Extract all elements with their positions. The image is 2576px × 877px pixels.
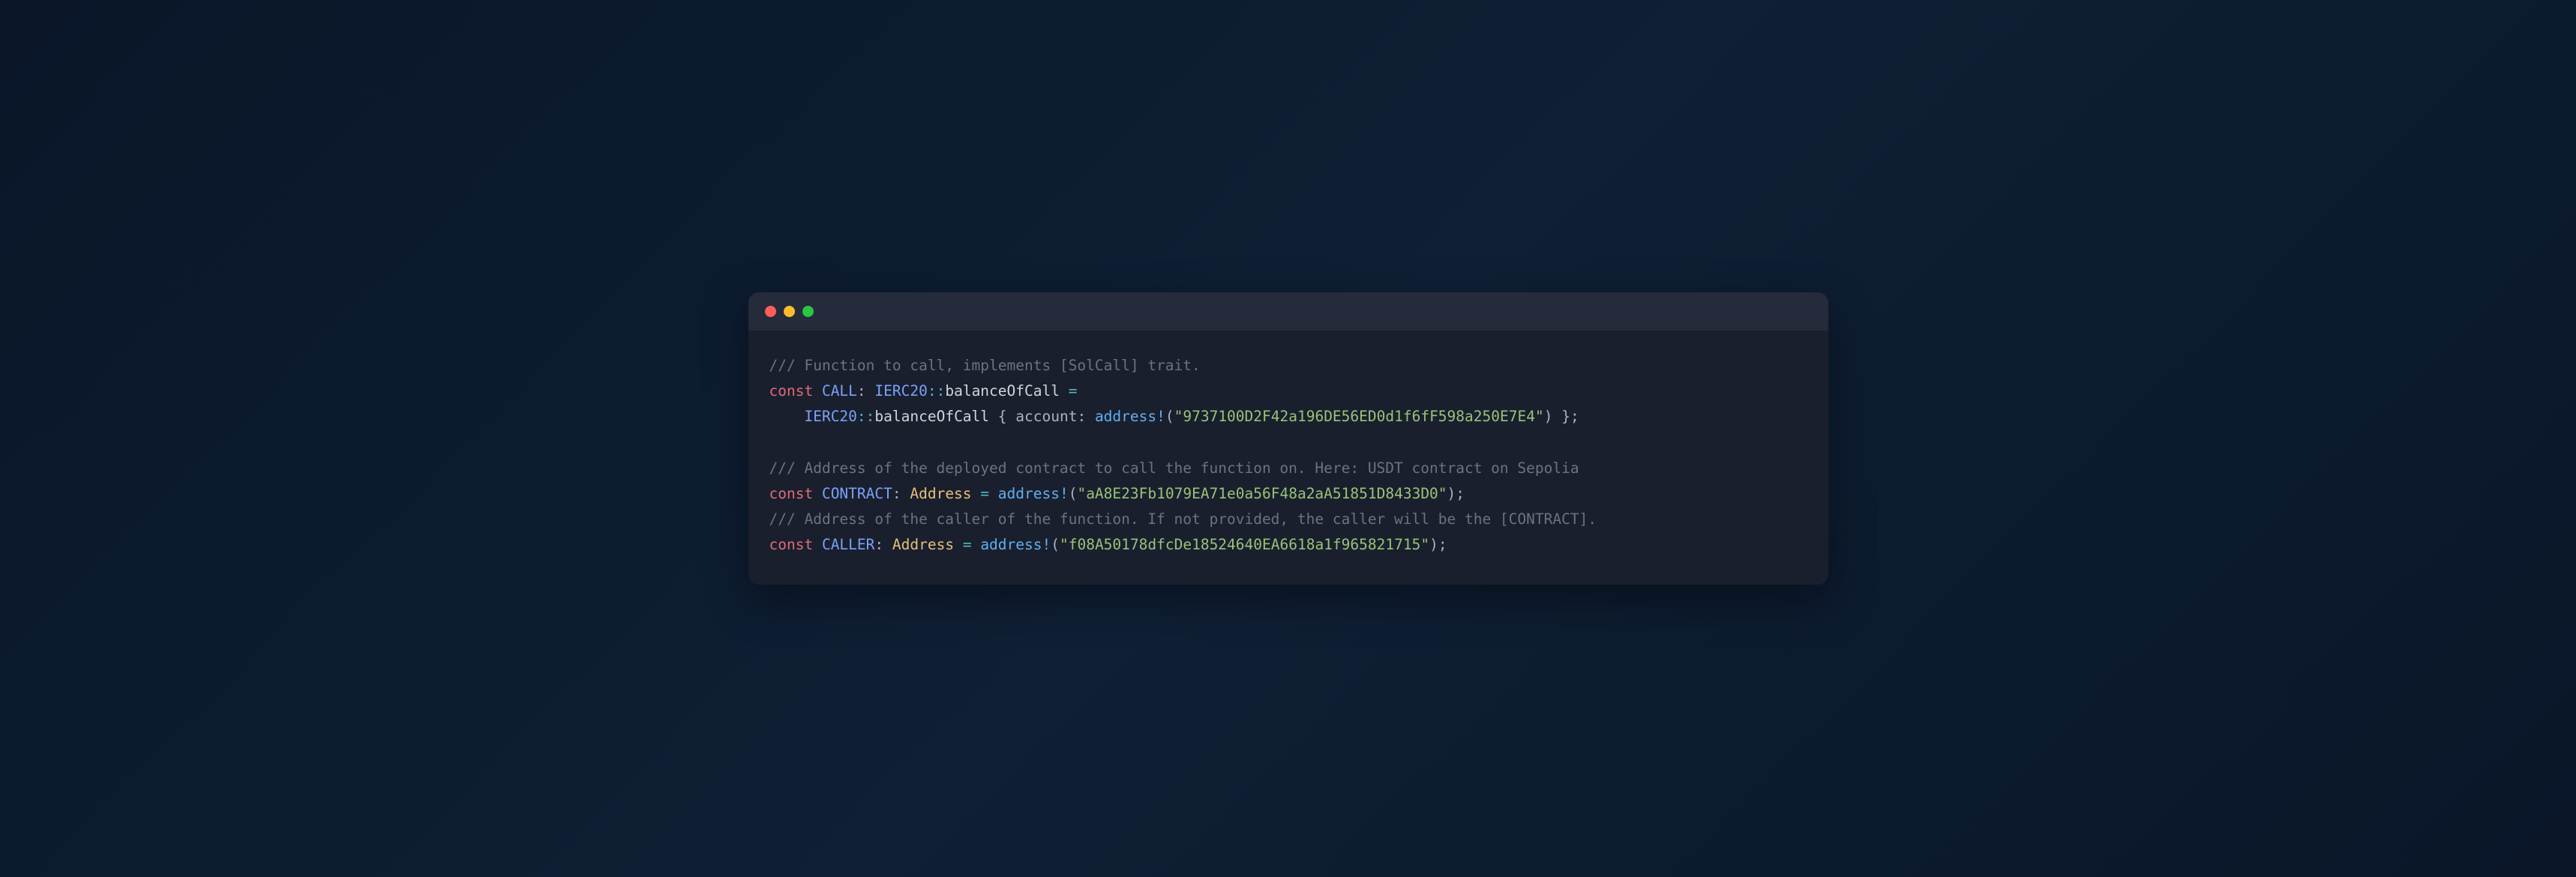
equals: = xyxy=(972,485,998,502)
semi: ; xyxy=(1456,485,1465,502)
indent xyxy=(769,408,805,425)
code-block[interactable]: /// Function to call, implements [SolCal… xyxy=(748,331,1828,585)
const-call: CALL xyxy=(822,382,857,400)
macro-address: address! xyxy=(998,485,1069,502)
rparen: ) xyxy=(1429,536,1438,553)
type-address: Address xyxy=(910,485,971,502)
double-colon: :: xyxy=(857,408,874,425)
semi: ; xyxy=(1438,536,1447,553)
equals: = xyxy=(1060,382,1086,400)
colon: : xyxy=(857,382,874,400)
comment-line: /// Address of the caller of the functio… xyxy=(769,510,1597,528)
lparen: ( xyxy=(1051,536,1060,553)
maximize-dot-icon[interactable] xyxy=(802,306,814,317)
rparen: ) xyxy=(1447,485,1456,502)
lparen: ( xyxy=(1165,408,1174,425)
keyword-const: const xyxy=(769,536,814,553)
lparen: ( xyxy=(1069,485,1078,502)
lbrace: { xyxy=(989,408,1015,425)
prop-account: account xyxy=(1015,408,1077,425)
rbrace: } xyxy=(1552,408,1570,425)
rparen: ) xyxy=(1544,408,1553,425)
colon: : xyxy=(1077,408,1094,425)
equals: = xyxy=(954,536,980,553)
titlebar xyxy=(748,292,1828,331)
comment-line: /// Function to call, implements [SolCal… xyxy=(769,357,1201,374)
member-balanceofcall: balanceOfCall xyxy=(945,382,1060,400)
type-address: Address xyxy=(892,536,954,553)
member-balanceofcall: balanceOfCall xyxy=(874,408,989,425)
code-window: /// Function to call, implements [SolCal… xyxy=(748,292,1828,585)
keyword-const: const xyxy=(769,382,814,400)
macro-address: address! xyxy=(980,536,1051,553)
macro-address: address! xyxy=(1095,408,1165,425)
const-contract: CONTRACT xyxy=(822,485,892,502)
colon: : xyxy=(874,536,892,553)
type-ierc20: IERC20 xyxy=(804,408,856,425)
string-account-address: "9737100D2F42a196DE56ED0d1f6fF598a250E7E… xyxy=(1174,408,1544,425)
minimize-dot-icon[interactable] xyxy=(784,306,795,317)
keyword-const: const xyxy=(769,485,814,502)
colon: : xyxy=(892,485,910,502)
const-caller: CALLER xyxy=(822,536,874,553)
string-contract-address: "aA8E23Fb1079EA71e0a56F48a2aA51851D8433D… xyxy=(1077,485,1447,502)
close-dot-icon[interactable] xyxy=(765,306,776,317)
double-colon: :: xyxy=(928,382,945,400)
type-ierc20: IERC20 xyxy=(874,382,927,400)
semi: ; xyxy=(1570,408,1579,425)
string-caller-address: "f08A50178dfcDe18524640EA6618a1f96582171… xyxy=(1060,536,1429,553)
comment-line: /// Address of the deployed contract to … xyxy=(769,459,1579,477)
